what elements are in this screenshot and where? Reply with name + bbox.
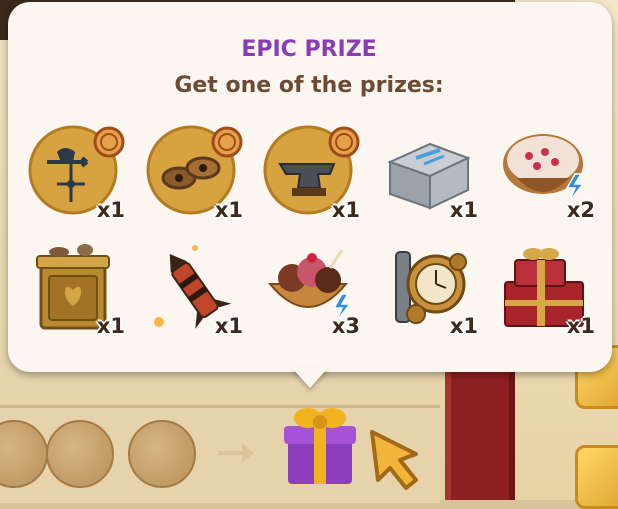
prize-anvil[interactable]: x1 [262, 122, 362, 222]
prize-quantity: x1 [214, 198, 243, 222]
prize-quantity: x1 [214, 314, 243, 338]
prize-clockwork-device[interactable]: x1 [380, 238, 480, 338]
prize-red-gift-boxes[interactable]: x1 [497, 238, 597, 338]
prize-gears[interactable]: x1 [145, 122, 245, 222]
prize-quantity: x2 [566, 198, 595, 222]
prize-weathervane[interactable]: x1 [27, 122, 127, 222]
prize-quantity: x1 [331, 198, 360, 222]
background-red-column [445, 360, 515, 500]
empty-slot [46, 420, 114, 488]
prize-quantity: x1 [449, 314, 478, 338]
popup-subtitle: Get one of the prizes: [174, 73, 444, 98]
prize-quantity: x1 [566, 314, 595, 338]
pointer-arrow-icon [370, 430, 418, 490]
popup-title: EPIC PRIZE [241, 37, 377, 62]
arrow-right-icon [218, 443, 254, 463]
prize-quantity: x3 [331, 314, 360, 338]
tooltip-pointer [292, 368, 328, 388]
gold-tile[interactable] [575, 445, 618, 509]
epic-gift-box[interactable] [280, 398, 360, 488]
prize-quantity: x1 [449, 198, 478, 222]
prize-gold-cabinet[interactable]: x1 [27, 238, 127, 338]
prize-quantity: x1 [96, 314, 125, 338]
prize-firework-rocket[interactable]: x1 [145, 238, 245, 338]
prize-metal-chest[interactable]: x1 [380, 122, 480, 222]
prize-berry-porridge[interactable]: x2 [497, 122, 597, 222]
empty-slot [128, 420, 196, 488]
prize-quantity: x1 [96, 198, 125, 222]
prize-ice-cream-basket[interactable]: x3 [262, 238, 362, 338]
